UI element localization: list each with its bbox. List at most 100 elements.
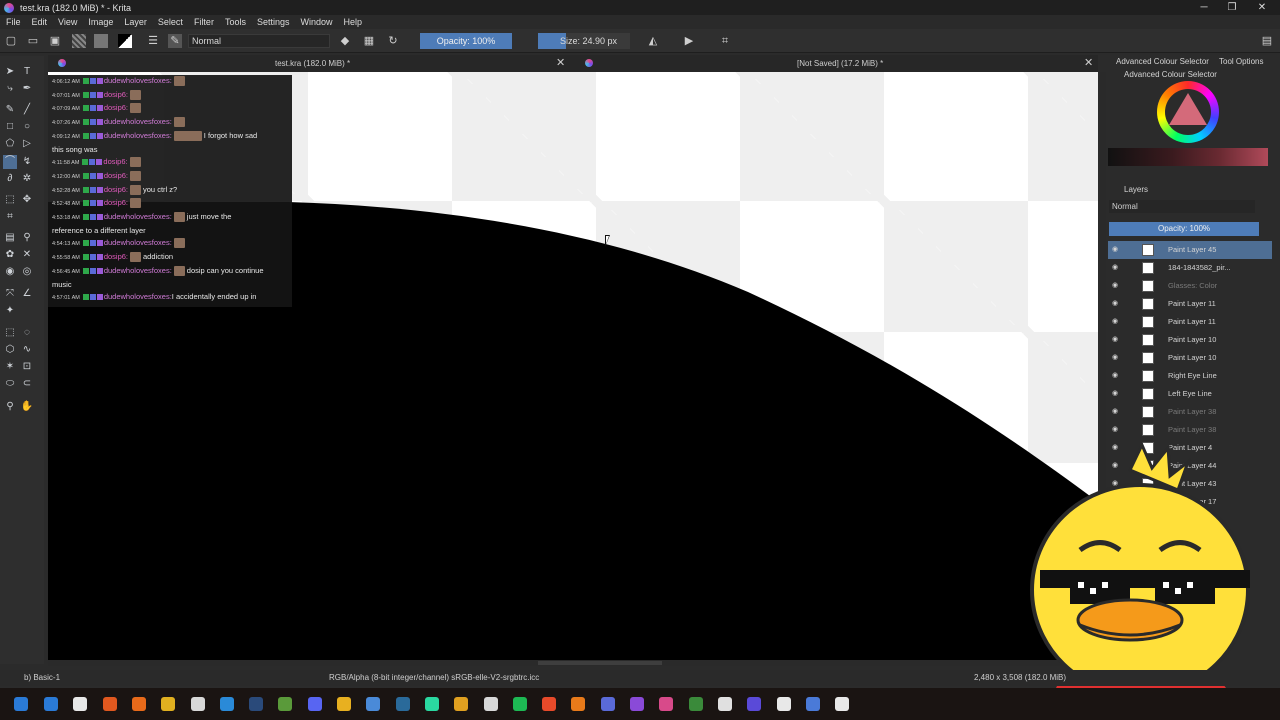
colour-wheel[interactable] xyxy=(1157,81,1219,143)
taskbar-app-icon[interactable] xyxy=(73,697,88,711)
taskbar-app-icon[interactable] xyxy=(366,697,381,711)
taskbar-app-icon[interactable] xyxy=(805,697,820,711)
visibility-eye-icon[interactable]: ◉ xyxy=(1112,246,1120,254)
reload-preset-icon[interactable]: ↻ xyxy=(386,34,400,48)
taskbar-app-icon[interactable] xyxy=(337,697,351,711)
calligraphy-tool-icon[interactable]: ✒ xyxy=(20,82,34,96)
mirror-vertical-icon[interactable]: ▶ xyxy=(682,34,696,48)
dynamic-brush-tool-icon[interactable]: ∂ xyxy=(3,172,17,186)
ellipse-tool-icon[interactable]: ○ xyxy=(20,120,34,134)
chat-username[interactable]: dudewholovesfoxes: xyxy=(104,238,172,247)
taskbar-app-icon[interactable] xyxy=(688,697,703,711)
multibrush-tool-icon[interactable]: ✲ xyxy=(20,172,34,186)
taskbar-app-icon[interactable] xyxy=(161,697,176,711)
wrap-around-icon[interactable]: ⌗ xyxy=(718,34,732,48)
chat-username[interactable]: dudewholovesfoxes: xyxy=(104,117,172,126)
chat-username[interactable]: dudewholovesfoxes: xyxy=(104,76,172,85)
chat-username[interactable]: dudewholovesfoxes: xyxy=(104,292,172,301)
menu-image[interactable]: Image xyxy=(88,17,113,27)
eraser-icon[interactable]: ◆ xyxy=(338,34,352,48)
blend-mode-select[interactable]: Normal xyxy=(188,34,330,48)
polygon-tool-icon[interactable]: ⬠ xyxy=(3,137,17,151)
layer-row[interactable]: ◉ Glasses: Color xyxy=(1108,277,1272,295)
taskbar-app-icon[interactable] xyxy=(395,697,410,711)
brush-preset-icon[interactable]: ✎ xyxy=(168,34,182,48)
taskbar-app-icon[interactable] xyxy=(571,697,586,711)
restore-button[interactable]: ❐ xyxy=(1216,0,1248,15)
rectangular-selection-tool-icon[interactable]: ⬚ xyxy=(3,326,17,340)
brush-settings-icon[interactable]: ☰ xyxy=(146,34,160,48)
magnetic-selection-tool-icon[interactable]: ⊂ xyxy=(20,377,34,391)
visibility-eye-icon[interactable]: ◉ xyxy=(1112,426,1120,434)
layer-row[interactable]: ◉ Right Eye Line xyxy=(1108,367,1272,385)
taskbar-app-icon[interactable] xyxy=(454,697,469,711)
freehand-selection-tool-icon[interactable]: ∿ xyxy=(20,343,34,357)
layer-row[interactable]: ◉ Paint Layer 45 xyxy=(1108,241,1272,259)
visibility-eye-icon[interactable]: ◉ xyxy=(1112,372,1120,380)
brush-preset-status[interactable]: b) Basic-1 xyxy=(24,670,60,686)
visibility-eye-icon[interactable]: ◉ xyxy=(1112,282,1120,290)
visibility-eye-icon[interactable]: ◉ xyxy=(1112,408,1120,416)
layer-row[interactable]: ◉ Left Eye Line xyxy=(1108,385,1272,403)
taskbar-app-icon[interactable] xyxy=(190,697,205,711)
zoom-tool-icon[interactable]: ⚲ xyxy=(3,400,17,414)
taskbar-app-icon[interactable] xyxy=(483,697,498,711)
visibility-eye-icon[interactable]: ◉ xyxy=(1112,264,1120,272)
color-picker-tool-icon[interactable]: ⚲ xyxy=(20,231,34,245)
menu-layer[interactable]: Layer xyxy=(124,17,147,27)
taskbar-app-icon[interactable] xyxy=(835,697,850,711)
edit-shapes-tool-icon[interactable]: ⤷ xyxy=(3,82,17,96)
taskbar-app-icon[interactable] xyxy=(219,697,234,711)
layer-row[interactable]: ◉ Paint Layer 10 xyxy=(1108,331,1272,349)
move-tool-icon[interactable]: ✥ xyxy=(20,193,34,207)
gradient-tool-icon[interactable]: ▤ xyxy=(3,231,17,245)
bezier-selection-tool-icon[interactable]: ⬭ xyxy=(3,377,17,391)
rectangle-tool-icon[interactable]: □ xyxy=(3,120,17,134)
pattern-icon[interactable] xyxy=(94,34,108,48)
select-shapes-tool-icon[interactable]: ➤ xyxy=(3,65,17,79)
pan-tool-icon[interactable]: ✋ xyxy=(20,400,34,414)
transform-tool-icon[interactable]: ⬚ xyxy=(3,193,17,207)
line-tool-icon[interactable]: ╱ xyxy=(20,103,34,117)
start-button-icon[interactable] xyxy=(14,697,28,711)
colorize-mask-tool-icon[interactable]: ✿ xyxy=(3,248,17,262)
taskbar-app-icon[interactable] xyxy=(424,697,439,711)
menu-tools[interactable]: Tools xyxy=(225,17,246,27)
taskbar-app-icon[interactable] xyxy=(102,697,117,711)
gradient-icon[interactable] xyxy=(72,34,86,48)
enclose-fill-tool-icon[interactable]: ◎ xyxy=(20,265,34,279)
elliptical-selection-tool-icon[interactable]: ◌ xyxy=(20,326,34,340)
save-icon[interactable]: ▣ xyxy=(48,34,62,48)
assistant-tool-icon[interactable]: ⤧ xyxy=(3,287,17,301)
smart-patch-tool-icon[interactable]: ✕ xyxy=(20,248,34,262)
layer-row[interactable]: ◉ Paint Layer 11 xyxy=(1108,295,1272,313)
menu-edit[interactable]: Edit xyxy=(32,17,48,27)
chat-username[interactable]: dosip6: xyxy=(104,198,128,207)
open-document-icon[interactable]: ▭ xyxy=(26,34,40,48)
crop-tool-icon[interactable]: ⌗ xyxy=(3,210,17,224)
chat-username[interactable]: dosip6: xyxy=(104,252,128,261)
chat-username[interactable]: dudewholovesfoxes: xyxy=(104,131,172,140)
menu-view[interactable]: View xyxy=(58,17,77,27)
taskbar-app-icon[interactable] xyxy=(776,697,791,711)
similar-color-selection-tool-icon[interactable]: ⊡ xyxy=(20,360,34,374)
layer-row[interactable]: ◉ Paint Layer 10 xyxy=(1108,349,1272,367)
visibility-eye-icon[interactable]: ◉ xyxy=(1112,300,1120,308)
new-document-icon[interactable]: ▢ xyxy=(4,34,18,48)
bezier-curve-tool-icon[interactable]: ⌒ xyxy=(3,155,17,169)
fill-tool-icon[interactable]: ◉ xyxy=(3,265,17,279)
menu-window[interactable]: Window xyxy=(300,17,332,27)
chat-username[interactable]: dosip6: xyxy=(104,103,128,112)
layer-row[interactable]: ◉ 184-1843582_pir... xyxy=(1108,259,1272,277)
tab-document-not-saved[interactable]: [Not Saved] (17.2 MiB) * xyxy=(797,55,883,72)
taskbar-app-icon[interactable] xyxy=(747,697,762,711)
close-window-button[interactable]: ✕ xyxy=(1246,0,1278,15)
taskbar-app-icon[interactable] xyxy=(278,697,293,711)
horizontal-scrollbar[interactable] xyxy=(48,660,1098,666)
text-tool-icon[interactable]: T xyxy=(20,65,34,79)
measure-tool-icon[interactable]: ∠ xyxy=(20,287,34,301)
layer-opacity-slider[interactable]: Opacity: 100% xyxy=(1109,222,1259,236)
colour-triangle[interactable] xyxy=(1169,93,1207,125)
chat-username[interactable]: dudewholovesfoxes: xyxy=(104,212,172,221)
taskbar-app-icon[interactable] xyxy=(249,697,264,711)
